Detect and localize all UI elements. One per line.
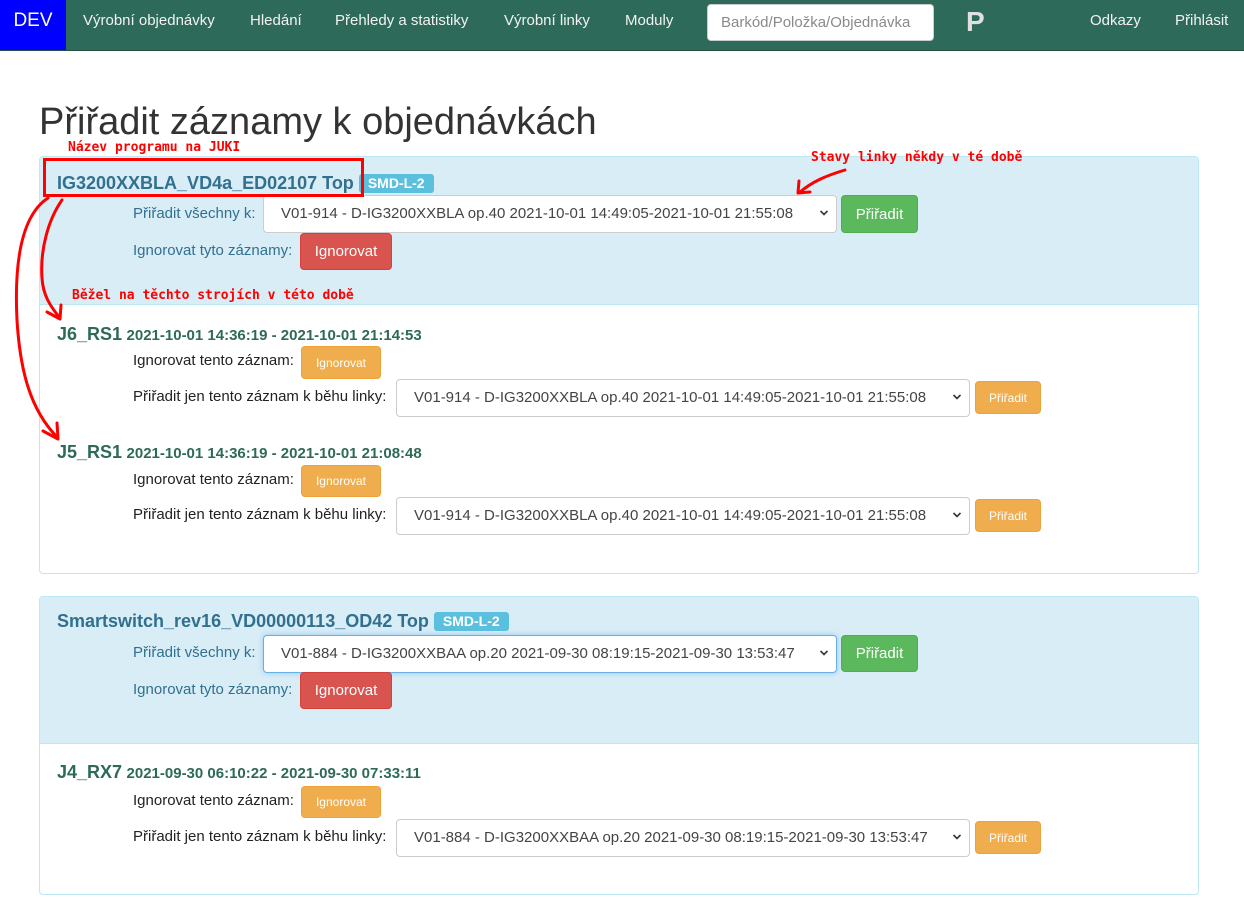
assign-all-select[interactable]: V01-914 - D-IG3200XXBLA op.40 2021-10-01…: [263, 195, 837, 233]
machine-name: J5_RS1: [57, 442, 123, 462]
assign-all-button[interactable]: Přiřadit: [841, 195, 918, 233]
ignore-record-label: Ignorovat tento záznam:: [133, 792, 294, 809]
machine-time-range: 2021-10-01 14:36:19 - 2021-10-01 21:08:4…: [126, 445, 422, 462]
machine-time-range: 2021-10-01 14:36:19 - 2021-10-01 21:14:5…: [126, 327, 422, 344]
machine-name: J4_RX7: [57, 762, 123, 782]
assign-all-select-value[interactable]: V01-914 - D-IG3200XXBLA op.40 2021-10-01…: [263, 195, 837, 233]
env-badge-dev[interactable]: DEV: [0, 0, 66, 50]
ignore-all-label: Ignorovat tyto záznamy:: [133, 242, 293, 259]
program-name: Smartswitch_rev16_VD00000113_OD42 Top: [57, 611, 429, 631]
app-logo[interactable]: P: [966, 2, 985, 42]
program-panel-heading: Smartswitch_rev16_VD00000113_OD42 Top SMD…: [40, 597, 1198, 744]
barcode-search-input[interactable]: [707, 4, 934, 41]
ignore-all-label: Ignorovat tyto záznamy:: [133, 681, 293, 698]
assign-record-button[interactable]: Přiřadit: [975, 499, 1041, 532]
assign-record-label: Přiřadit jen tento záznam k běhu linky:: [133, 388, 387, 405]
nav-production-orders[interactable]: Výrobní objednávky: [83, 0, 215, 42]
assign-record-button[interactable]: Přiřadit: [975, 821, 1041, 854]
machine-time-range: 2021-09-30 06:10:22 - 2021-09-30 07:33:1…: [126, 765, 421, 782]
assign-record-label: Přiřadit jen tento záznam k běhu linky:: [133, 828, 387, 845]
ignore-record-button[interactable]: Ignorovat: [301, 465, 381, 497]
nav-links[interactable]: Odkazy: [1090, 0, 1141, 42]
ignore-record-button[interactable]: Ignorovat: [301, 346, 381, 379]
nav-modules[interactable]: Moduly: [625, 0, 673, 42]
assign-record-button[interactable]: Přiřadit: [975, 381, 1041, 414]
assign-record-select-value[interactable]: V01-884 - D-IG3200XXBAA op.20 2021-09-30…: [396, 819, 970, 857]
assign-record-label: Přiřadit jen tento záznam k běhu linky:: [133, 506, 387, 523]
assign-all-select[interactable]: V01-884 - D-IG3200XXBAA op.20 2021-09-30…: [263, 635, 837, 673]
line-badge: SMD-L-2: [433, 612, 509, 631]
assign-all-select-value[interactable]: V01-884 - D-IG3200XXBAA op.20 2021-09-30…: [263, 635, 837, 673]
assign-all-label: Přiřadit všechny k:: [133, 644, 256, 661]
ignore-record-label: Ignorovat tento záznam:: [133, 352, 294, 369]
assign-all-button[interactable]: Přiřadit: [841, 635, 918, 672]
nav-login[interactable]: Přihlásit: [1175, 0, 1228, 42]
assign-all-label: Přiřadit všechny k:: [133, 205, 256, 222]
nav-production-lines[interactable]: Výrobní linky: [504, 0, 590, 42]
assign-record-select-value[interactable]: V01-914 - D-IG3200XXBLA op.40 2021-10-01…: [396, 379, 970, 417]
nav-reports-statistics[interactable]: Přehledy a statistiky: [335, 0, 468, 42]
program-panel: Smartswitch_rev16_VD00000113_OD42 Top SMD…: [39, 596, 1199, 895]
annotation-machines: Běžel na těchto strojích v této době: [72, 288, 354, 303]
annotation-line-states: Stavy linky někdy v té době: [811, 150, 1023, 165]
machine-record-title: J6_RS1 2021-10-01 14:36:19 - 2021-10-01 …: [57, 322, 422, 348]
line-badge: SMD-L-2: [358, 174, 434, 193]
program-title: Smartswitch_rev16_VD00000113_OD42 Top SMD…: [57, 609, 509, 633]
machine-name: J6_RS1: [57, 324, 123, 344]
annotation-program-name: Název programu na JUKI: [68, 140, 241, 155]
ignore-all-button[interactable]: Ignorovat: [300, 672, 392, 709]
assign-record-select[interactable]: V01-914 - D-IG3200XXBLA op.40 2021-10-01…: [396, 379, 970, 417]
ignore-all-button[interactable]: Ignorovat: [300, 233, 392, 270]
top-navbar: DEV Výrobní objednávky Hledání Přehledy …: [0, 0, 1244, 51]
machine-record-title: J4_RX7 2021-09-30 06:10:22 - 2021-09-30 …: [57, 760, 421, 786]
nav-search-page[interactable]: Hledání: [250, 0, 302, 42]
assign-record-select[interactable]: V01-884 - D-IG3200XXBAA op.20 2021-09-30…: [396, 819, 970, 857]
annotation-highlight-box: [43, 158, 364, 197]
machine-record-title: J5_RS1 2021-10-01 14:36:19 - 2021-10-01 …: [57, 440, 422, 466]
assign-record-select[interactable]: V01-914 - D-IG3200XXBLA op.40 2021-10-01…: [396, 497, 970, 535]
ignore-record-button[interactable]: Ignorovat: [301, 786, 381, 818]
assign-record-select-value[interactable]: V01-914 - D-IG3200XXBLA op.40 2021-10-01…: [396, 497, 970, 535]
ignore-record-label: Ignorovat tento záznam:: [133, 471, 294, 488]
program-panel: IG3200XXBLA_VD4a_ED02107 Top SMD-L-2 Přiř…: [39, 156, 1199, 574]
